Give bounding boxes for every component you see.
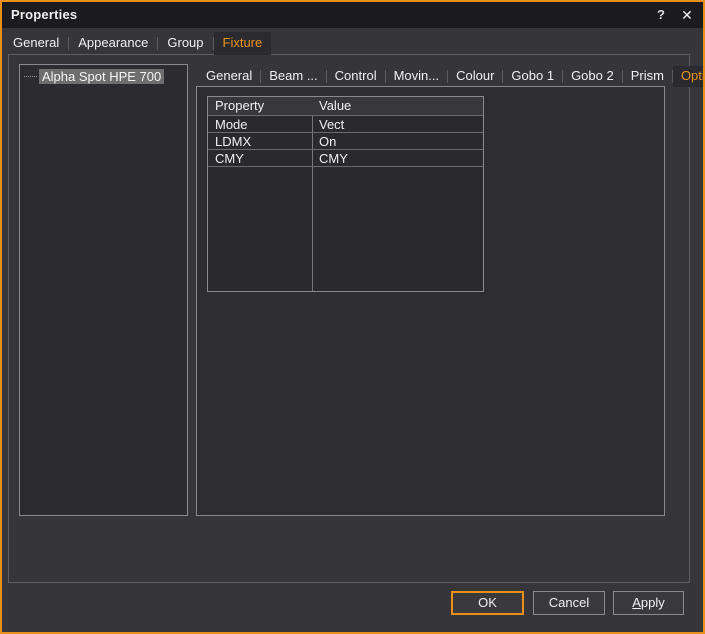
- tree-item-alpha-spot-hpe-700[interactable]: Alpha Spot HPE 700: [24, 68, 164, 84]
- tree-branch-line: [24, 76, 37, 77]
- fixture-tab-bar: General Beam ... Control Movin... Colour…: [198, 66, 705, 86]
- tree-item-label: Alpha Spot HPE 700: [39, 69, 164, 84]
- fixture-tab-prism[interactable]: Prism: [623, 66, 672, 86]
- apply-label-rest: pply: [641, 595, 665, 610]
- property-cell: CMY: [208, 150, 312, 166]
- fixture-tab-options[interactable]: Options: [673, 66, 705, 87]
- properties-dialog: Properties ? ✕ General Appearance Group …: [0, 0, 705, 634]
- title-bar[interactable]: Properties ? ✕: [2, 2, 703, 28]
- fixture-tab-gobo1[interactable]: Gobo 1: [503, 66, 562, 86]
- table-row[interactable]: CMY CMY: [208, 150, 483, 167]
- close-icon[interactable]: ✕: [674, 2, 700, 28]
- tab-fixture[interactable]: Fixture: [214, 32, 272, 55]
- value-cell: On: [312, 133, 483, 149]
- fixture-tab-moving[interactable]: Movin...: [386, 66, 448, 86]
- fixture-tab-gobo2[interactable]: Gobo 2: [563, 66, 622, 86]
- apply-mnemonic: A: [632, 595, 641, 610]
- property-cell: Mode: [208, 116, 312, 132]
- fixture-tab-control[interactable]: Control: [327, 66, 385, 86]
- column-header-value[interactable]: Value: [312, 97, 483, 115]
- fixture-tab-general[interactable]: General: [198, 66, 260, 86]
- apply-button[interactable]: Apply: [613, 591, 684, 615]
- dialog-tab-bar: General Appearance Group Fixture: [4, 32, 271, 54]
- column-header-property[interactable]: Property: [208, 97, 312, 115]
- tab-appearance[interactable]: Appearance: [69, 32, 157, 54]
- window-title: Properties: [11, 2, 77, 28]
- cancel-button[interactable]: Cancel: [533, 591, 605, 615]
- property-cell: LDMX: [208, 133, 312, 149]
- ok-button[interactable]: OK: [451, 591, 524, 615]
- tab-general[interactable]: General: [4, 32, 68, 54]
- table-row[interactable]: Mode Vect: [208, 116, 483, 133]
- help-button[interactable]: ?: [648, 2, 674, 28]
- table-header-row: Property Value: [208, 97, 483, 116]
- tab-group[interactable]: Group: [158, 32, 212, 54]
- fixture-tab-colour[interactable]: Colour: [448, 66, 502, 86]
- value-cell: CMY: [312, 150, 483, 166]
- fixture-tab-beam[interactable]: Beam ...: [261, 66, 325, 86]
- value-cell: Vect: [312, 116, 483, 132]
- options-tab-panel: Property Value Mode Vect LDMX On CMY CMY: [196, 86, 665, 516]
- properties-table[interactable]: Property Value Mode Vect LDMX On CMY CMY: [207, 96, 484, 292]
- fixture-tree[interactable]: Alpha Spot HPE 700: [19, 64, 188, 516]
- table-row[interactable]: LDMX On: [208, 133, 483, 150]
